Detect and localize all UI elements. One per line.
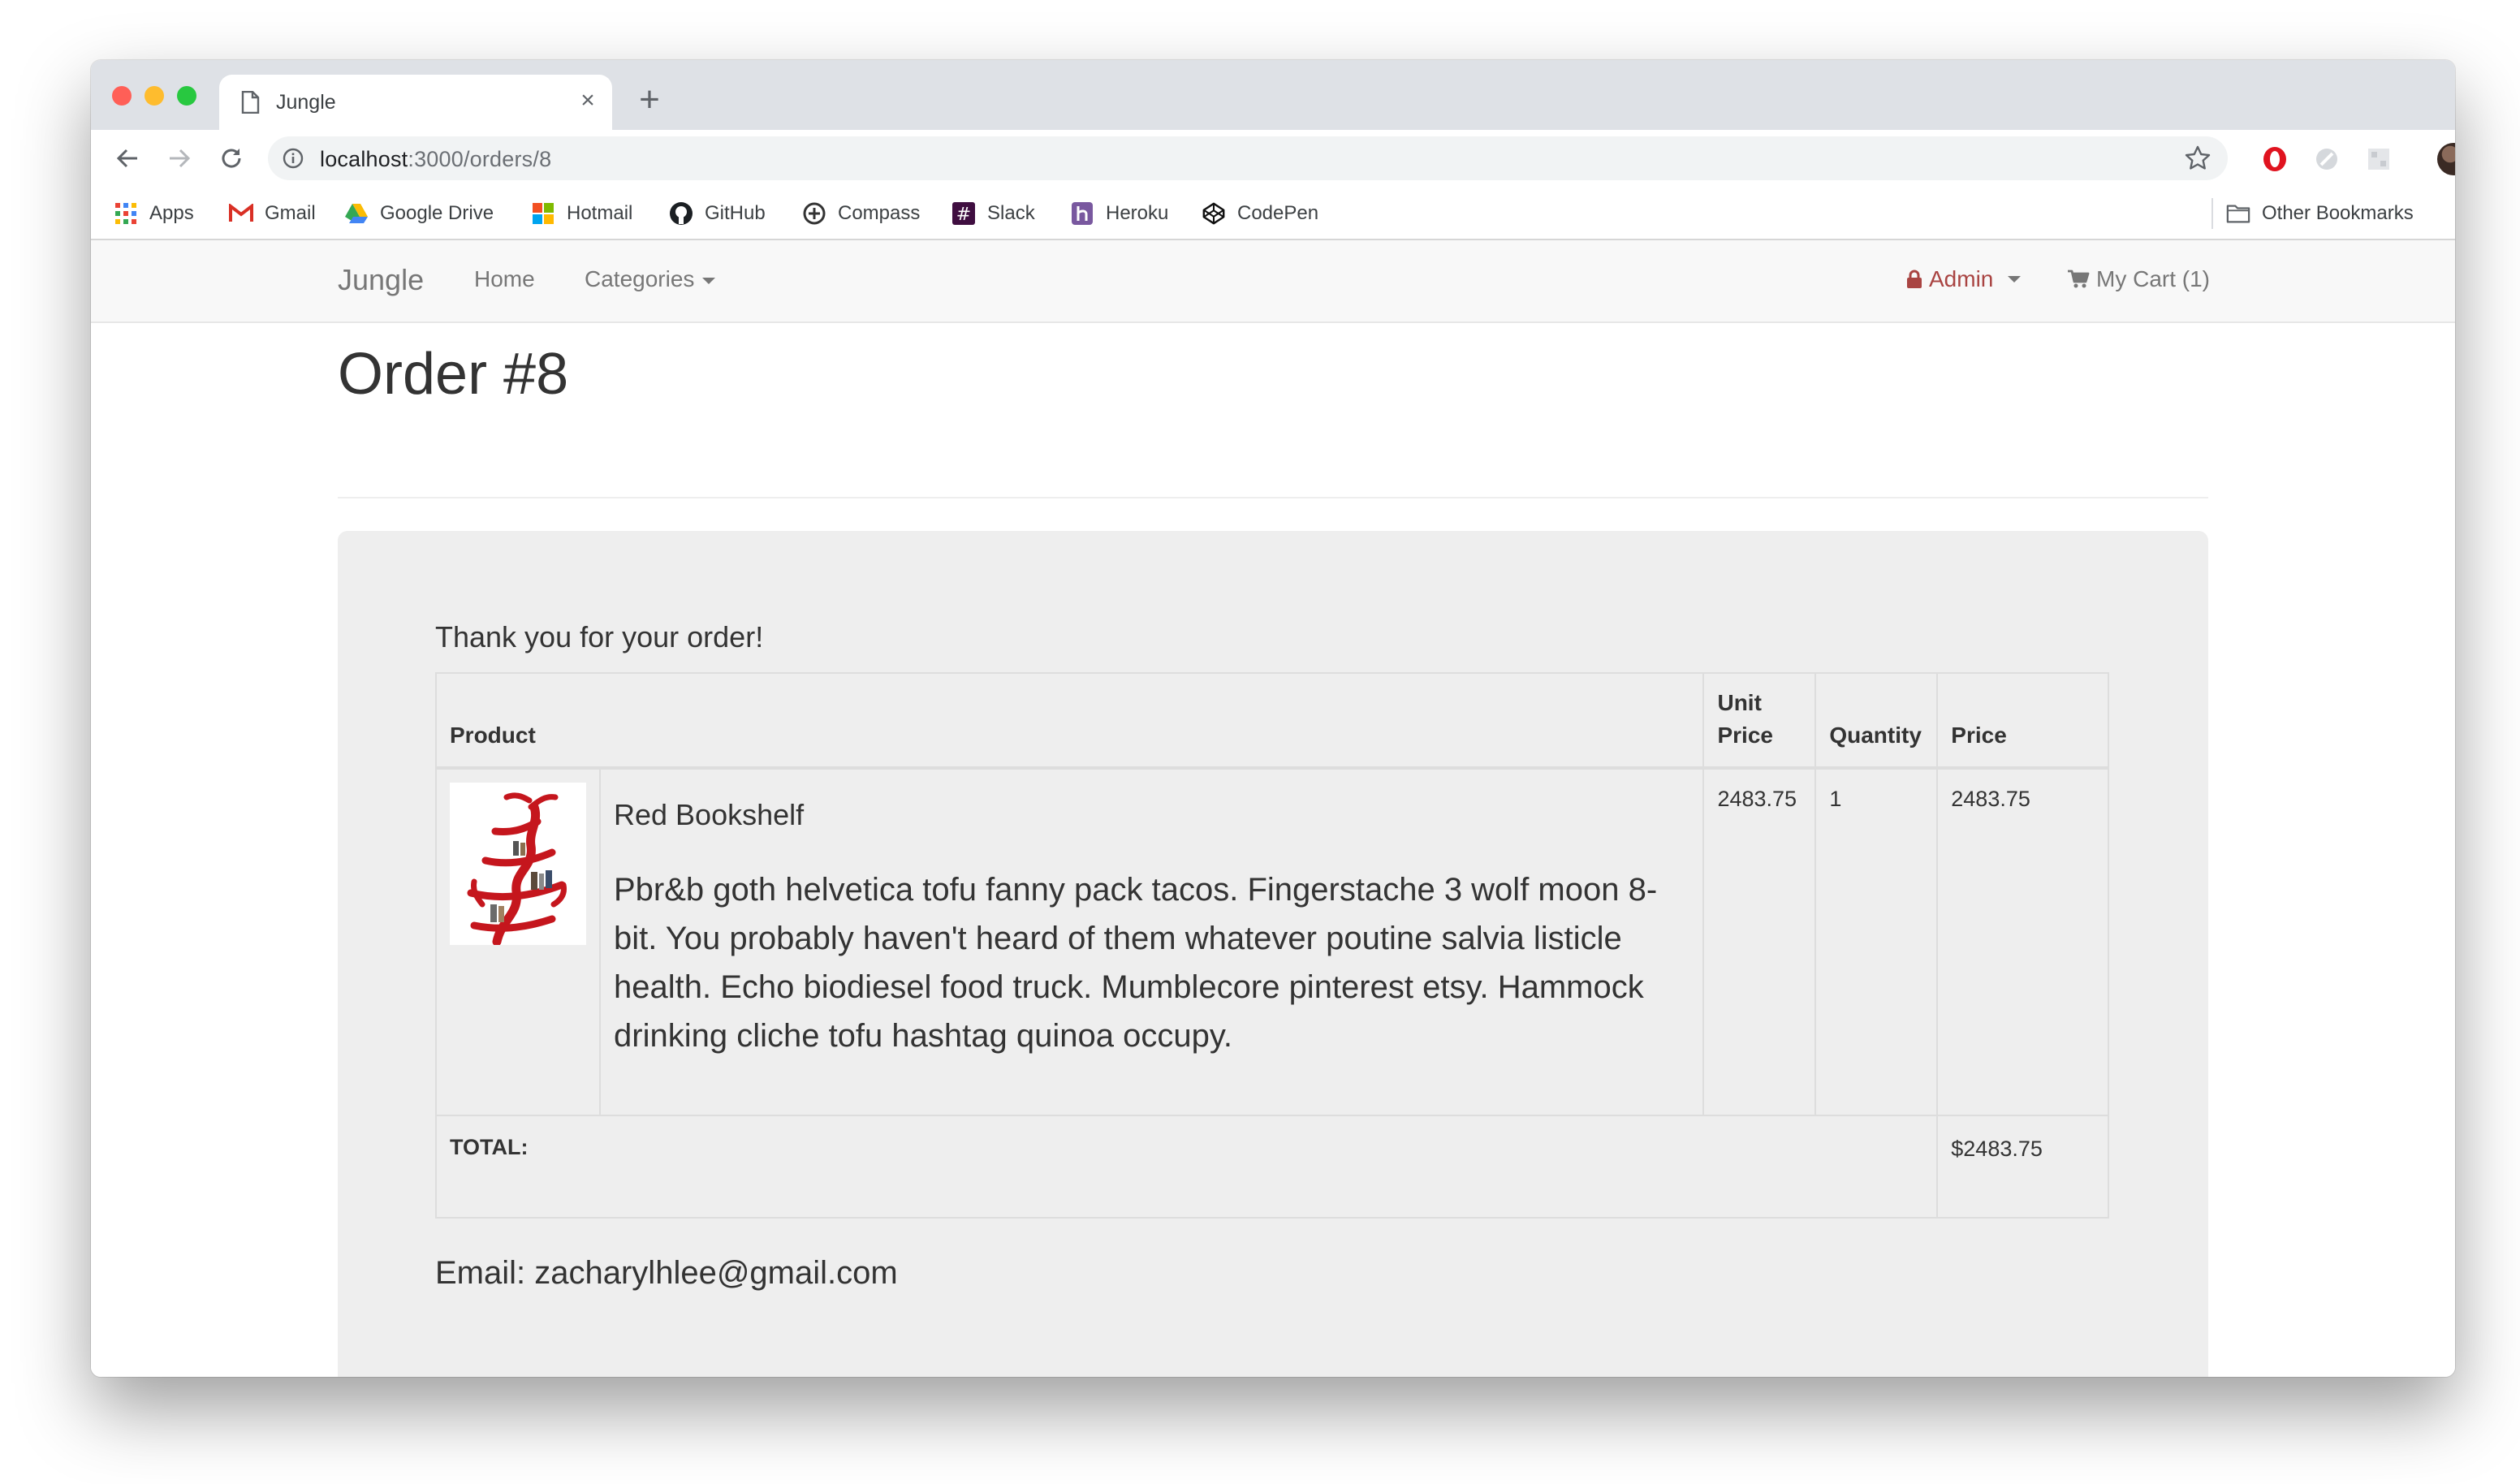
bookmark-google-drive[interactable]: Google Drive: [344, 200, 494, 227]
red-bookshelf-image: [450, 783, 586, 945]
bookmark-gmail[interactable]: Gmail: [229, 200, 316, 227]
url-host: localhost: [320, 147, 408, 171]
folder-icon: [2226, 201, 2250, 226]
bookmarks-bar: Apps Gmail Google Drive Hotmail GitHub C…: [91, 187, 2455, 240]
page-title: Order #8: [338, 342, 569, 407]
nav-categories-label: Categories: [585, 266, 695, 291]
bookmark-label: Slack: [987, 202, 1035, 224]
codepen-icon: [1202, 201, 1226, 226]
close-window-button[interactable]: [112, 86, 132, 106]
address-bar[interactable]: localhost:3000/orders/8: [268, 136, 2228, 180]
bookmark-heroku[interactable]: Heroku: [1070, 200, 1168, 227]
bookmark-hotmail[interactable]: Hotmail: [531, 200, 632, 227]
bookmark-label: Apps: [149, 202, 194, 224]
bookmark-codepen[interactable]: CodePen: [1202, 200, 1318, 227]
bookmark-github[interactable]: GitHub: [669, 200, 766, 227]
maximize-window-button[interactable]: [177, 86, 196, 106]
svg-text:#: #: [956, 205, 971, 225]
order-panel: Thank you for your order! Product Unit P…: [338, 531, 2208, 1377]
other-bookmarks-label: Other Bookmarks: [2262, 202, 2414, 224]
url-text[interactable]: localhost:3000/orders/8: [320, 147, 551, 172]
chevron-down-icon: [2008, 276, 2022, 283]
nav-admin-label: Admin: [1929, 266, 1994, 291]
page-content: Jungle Home Categories Admin My Cart (1)…: [91, 240, 2455, 1377]
bookmarks-separator: [2211, 198, 2213, 229]
product-description: Pbr&b goth helvetica tofu fanny pack tac…: [614, 872, 1658, 1054]
brand-link[interactable]: Jungle: [338, 263, 424, 297]
url-path: :3000/orders/8: [408, 147, 552, 171]
extension-icon[interactable]: [2311, 143, 2343, 175]
bookmark-star-icon[interactable]: [2184, 145, 2211, 176]
google-drive-icon: [344, 201, 369, 226]
reload-button[interactable]: [211, 138, 252, 179]
reload-icon: [222, 149, 241, 168]
close-tab-icon[interactable]: ×: [575, 88, 601, 114]
minimize-window-button[interactable]: [145, 86, 164, 106]
header-product: Product: [434, 672, 1705, 770]
browser-toolbar: localhost:3000/orders/8: [91, 130, 2455, 187]
price-cell: 2483.75: [1936, 767, 2109, 1116]
title-divider: [338, 497, 2208, 498]
browser-window: Jungle × + localhost:3000/orders/8 Apps …: [91, 60, 2455, 1377]
nav-cart-link[interactable]: My Cart (1): [2067, 266, 2210, 292]
bookmark-label: GitHub: [705, 202, 766, 224]
unit-price-cell: 2483.75: [1702, 767, 1817, 1116]
profile-avatar[interactable]: [2437, 143, 2455, 175]
order-email: Email: zacharylhlee@gmail.com: [435, 1255, 898, 1291]
tab-title: Jungle: [276, 91, 336, 114]
lock-icon: [1907, 270, 1922, 288]
order-table: Product Unit Price Quantity Price Red Bo…: [434, 672, 2109, 1219]
total-value: $2483.75: [1936, 1115, 2109, 1219]
cart-icon: [2068, 270, 2090, 288]
github-icon: [669, 201, 693, 226]
back-button[interactable]: [107, 138, 148, 179]
product-name[interactable]: Red Bookshelf: [614, 799, 1689, 831]
product-image-cell: [435, 767, 601, 1116]
nav-cart-label: My Cart (1): [2096, 266, 2210, 291]
table-row: Red Bookshelf Pbr&b goth helvetica tofu …: [435, 767, 2109, 1116]
bookmark-label: Google Drive: [380, 202, 494, 224]
gmail-icon: [229, 201, 253, 226]
header-price: Price: [1936, 672, 2109, 770]
chevron-down-icon: [702, 277, 716, 284]
heroku-icon: [1070, 201, 1094, 226]
bookmark-apps[interactable]: Apps: [114, 200, 194, 227]
nav-categories-dropdown[interactable]: Categories: [585, 266, 716, 292]
bookmark-slack[interactable]: # Slack: [951, 200, 1035, 227]
bookmark-label: Heroku: [1106, 202, 1169, 224]
compass-icon: [802, 201, 826, 226]
thank-you-message: Thank you for your order!: [435, 620, 764, 654]
bookmark-label: Compass: [838, 202, 921, 224]
bookmark-label: CodePen: [1237, 202, 1319, 224]
table-header-row: Product Unit Price Quantity Price: [434, 672, 2109, 770]
opera-extension-icon[interactable]: [2259, 143, 2291, 175]
forward-button[interactable]: [159, 138, 200, 179]
bookmark-label: Gmail: [265, 202, 316, 224]
bookmark-compass[interactable]: Compass: [802, 200, 920, 227]
bookmark-label: Hotmail: [567, 202, 633, 224]
forward-arrow-icon: [170, 149, 191, 168]
tab-strip: Jungle × +: [91, 60, 2455, 130]
back-arrow-icon: [116, 149, 137, 168]
other-bookmarks[interactable]: Other Bookmarks: [2226, 200, 2414, 227]
page-icon: [240, 90, 260, 118]
header-unit-price: Unit Price: [1702, 672, 1817, 770]
new-tab-button[interactable]: +: [630, 81, 669, 120]
tab-jungle[interactable]: Jungle ×: [219, 75, 612, 130]
header-quantity: Quantity: [1814, 672, 1939, 770]
quantity-cell: 1: [1814, 767, 1939, 1116]
info-icon[interactable]: [283, 148, 304, 173]
product-info-cell: Red Bookshelf Pbr&b goth helvetica tofu …: [598, 767, 1705, 1116]
site-navbar: Jungle Home Categories Admin My Cart (1): [91, 240, 2455, 323]
nav-admin-dropdown[interactable]: Admin: [1906, 266, 2022, 292]
nav-home[interactable]: Home: [474, 266, 535, 292]
hotmail-icon: [531, 201, 555, 226]
qr-extension-icon[interactable]: [2362, 143, 2395, 175]
total-row: TOTAL: $2483.75: [434, 1115, 2109, 1219]
total-label: TOTAL:: [434, 1115, 1939, 1219]
slack-icon: #: [951, 201, 976, 226]
apps-grid-icon: [114, 201, 138, 226]
